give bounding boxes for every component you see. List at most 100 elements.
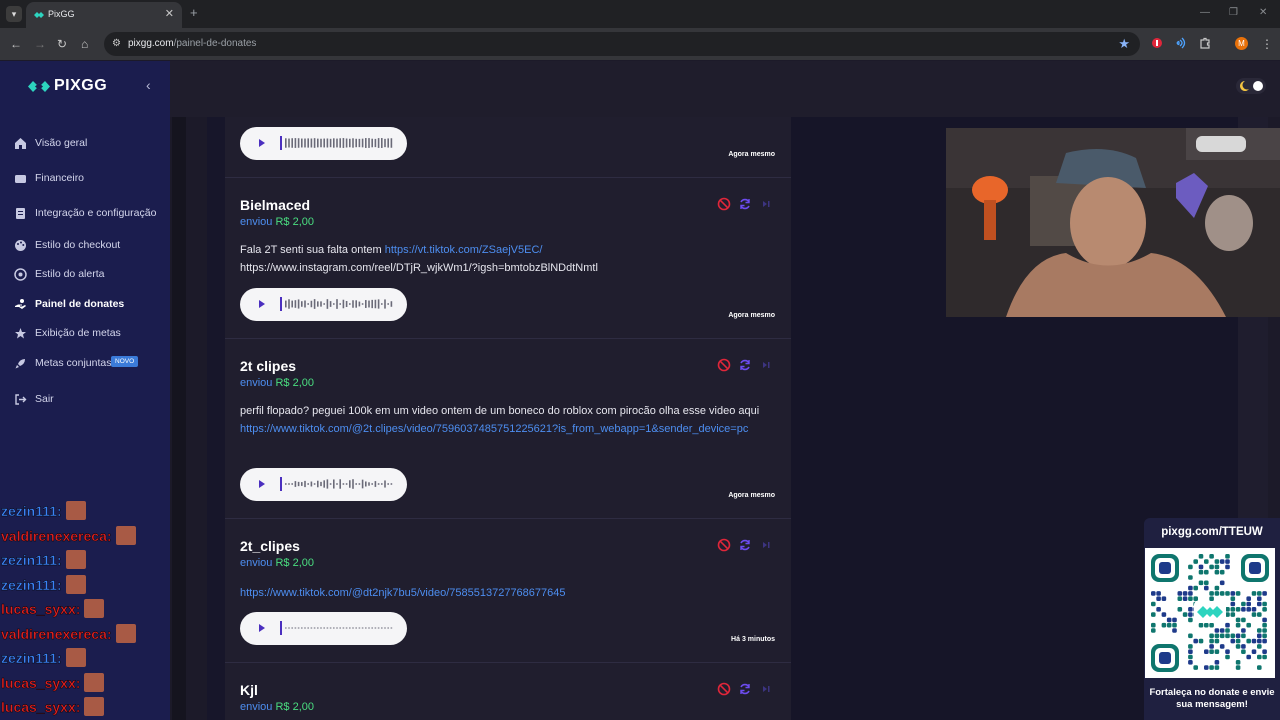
new-tab-icon[interactable]: +	[190, 5, 198, 20]
waveform-bar	[374, 481, 377, 487]
waveform-bar	[313, 483, 316, 485]
window-close-icon[interactable]: ✕	[1259, 7, 1267, 18]
skip-icon[interactable]	[759, 197, 773, 211]
skip-icon[interactable]	[759, 358, 773, 372]
waveform-bar	[371, 138, 373, 148]
donate-message: https://www.tiktok.com/@dt2njk7bu5/video…	[240, 584, 780, 602]
qr-module	[1241, 607, 1246, 612]
qr-module	[1214, 649, 1220, 654]
waveform-bar	[355, 483, 357, 485]
chat-emote-icon	[84, 673, 105, 692]
audio-player[interactable]	[240, 468, 407, 501]
qr-module	[1204, 665, 1209, 670]
collapse-sidebar-icon[interactable]: ‹	[146, 77, 151, 93]
waveform-bar	[365, 138, 367, 148]
waveform-bar	[291, 300, 293, 308]
waveform-bar	[310, 300, 313, 308]
tab-search-button[interactable]: ▾	[6, 6, 22, 22]
forward-icon[interactable]: →	[34, 37, 46, 51]
qr-module	[1225, 591, 1230, 596]
qr-module	[1257, 601, 1262, 607]
qr-module	[1193, 665, 1198, 670]
qr-module	[1214, 559, 1220, 564]
replay-icon[interactable]	[738, 358, 752, 372]
replay-icon[interactable]	[738, 197, 752, 211]
block-icon[interactable]	[717, 682, 731, 696]
audio-player[interactable]	[240, 288, 407, 321]
waveform-bar	[349, 480, 351, 488]
chat-emote-icon	[65, 648, 86, 667]
waveform-bar	[336, 483, 338, 485]
minimize-icon[interactable]: —	[1200, 7, 1210, 18]
address-bar[interactable]: ⚙ pixgg.com/painel-de-donates ★	[104, 32, 1140, 56]
qr-module	[1235, 638, 1241, 644]
chat-emote-icon	[65, 575, 86, 594]
maximize-icon[interactable]: ❐	[1229, 7, 1238, 18]
chat-emote-icon	[65, 550, 86, 569]
browser-menu-icon[interactable]: ⋮	[1261, 37, 1273, 51]
qr-module	[1257, 638, 1262, 644]
back-icon[interactable]: ←	[10, 37, 22, 51]
donate-time: Agora mesmo	[728, 312, 775, 319]
qr-module	[1257, 633, 1262, 639]
qr-module	[1166, 617, 1172, 623]
replay-icon[interactable]	[738, 538, 752, 552]
tab-close-icon[interactable]: ✕	[165, 7, 174, 20]
skip-icon[interactable]	[759, 538, 773, 552]
replay-icon[interactable]	[738, 682, 752, 696]
waveform-bar	[285, 138, 287, 148]
block-icon[interactable]	[717, 197, 731, 211]
donate-card: Agora mesmo	[225, 117, 791, 178]
message-link[interactable]: https://www.tiktok.com/@dt2njk7bu5/video…	[240, 587, 566, 599]
browser-tab[interactable]: PixGG ✕	[26, 2, 182, 28]
waveform-bar	[288, 138, 290, 148]
qr-module	[1257, 665, 1262, 670]
waveform-bar	[301, 627, 303, 629]
donate-time: Agora mesmo	[728, 492, 775, 499]
play-icon[interactable]	[259, 480, 265, 488]
waveform-bar	[349, 303, 351, 305]
waveform-bar	[368, 627, 370, 629]
qr-module	[1246, 607, 1251, 612]
extension-audio-icon[interactable]	[1175, 37, 1187, 49]
theme-toggle-icon[interactable]	[1236, 78, 1266, 94]
qr-module	[1235, 617, 1241, 623]
waveform-bar	[390, 301, 393, 307]
play-icon[interactable]	[259, 139, 265, 147]
audio-player[interactable]	[240, 127, 407, 160]
profile-avatar[interactable]: M	[1235, 37, 1248, 50]
waveform	[280, 297, 393, 311]
play-icon[interactable]	[259, 300, 265, 308]
extension-red-icon[interactable]	[1151, 37, 1163, 49]
message-link[interactable]: https://www.tiktok.com/@2t.clipes/video/…	[240, 423, 748, 435]
extensions-puzzle-icon[interactable]	[1199, 37, 1211, 49]
qr-module	[1262, 617, 1267, 623]
block-icon[interactable]	[717, 538, 731, 552]
reload-icon[interactable]: ↻	[57, 37, 67, 51]
qr-module	[1151, 601, 1156, 607]
bookmark-star-icon[interactable]: ★	[1118, 36, 1130, 52]
message-link[interactable]: https://vt.tiktok.com/ZSaejV5EC/	[385, 244, 543, 256]
sidebar-item-label: Sair	[35, 393, 54, 405]
chat-message: zezin111:	[1, 550, 86, 572]
block-icon[interactable]	[717, 358, 731, 372]
play-icon[interactable]	[259, 624, 265, 632]
donate-time: Há 3 minutos	[731, 636, 775, 643]
qr-module	[1219, 591, 1225, 596]
qr-module	[1204, 649, 1209, 654]
site-info-icon[interactable]: ⚙	[112, 38, 121, 49]
waveform-bar	[304, 138, 306, 148]
qr-module	[1151, 591, 1156, 596]
qr-module	[1193, 638, 1198, 644]
waveform-bar	[329, 627, 332, 629]
home-button-icon[interactable]: ⌂	[81, 37, 88, 51]
skip-icon[interactable]	[759, 682, 773, 696]
chat-message: lucas_syxx:	[1, 673, 105, 695]
chat-username: zezin111:	[1, 552, 62, 568]
qr-module	[1251, 638, 1257, 644]
audio-player[interactable]	[240, 612, 407, 645]
waveform-bar	[358, 627, 361, 629]
waveform-bar	[384, 138, 386, 148]
waveform-bar	[384, 627, 386, 629]
waveform-bar	[333, 138, 335, 148]
